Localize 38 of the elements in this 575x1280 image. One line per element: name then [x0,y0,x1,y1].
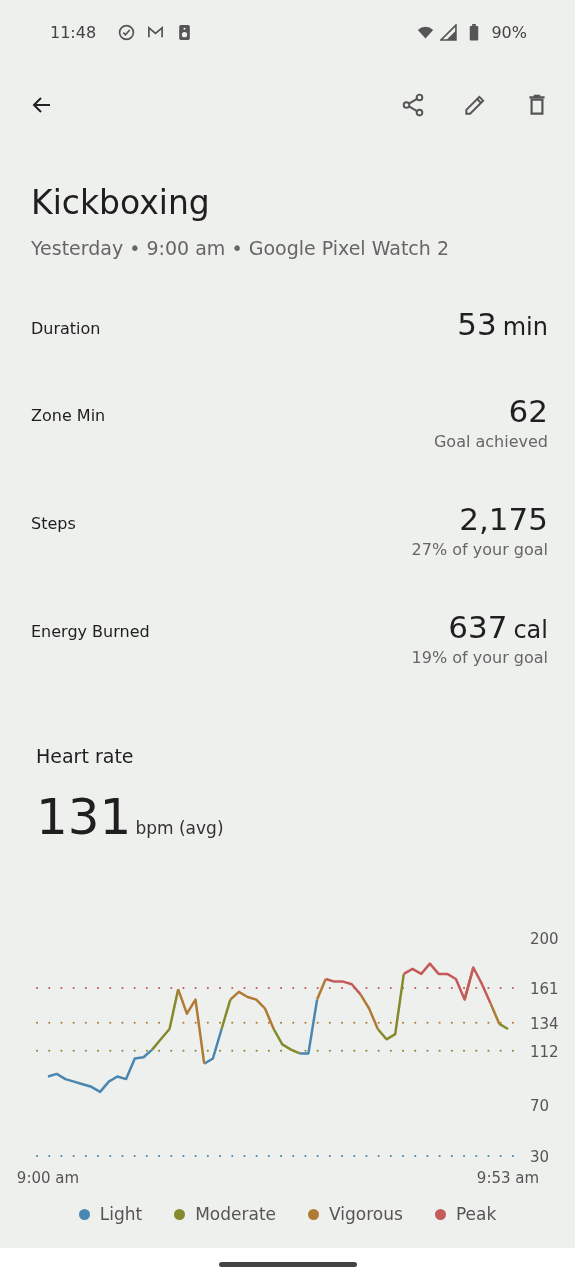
battery-percent: 90% [491,23,527,42]
section-title: Heart rate [36,745,135,767]
stat-label: Zone Min [31,406,106,425]
stat-label: Energy Burned [31,622,150,641]
legend-label: Light [99,1204,143,1224]
legend-label: Moderate [195,1204,277,1224]
battery-icon [469,24,480,41]
check-circle-icon [118,24,136,41]
legend-label: Vigorous [329,1204,403,1224]
workout-title: Kickboxing [31,183,211,223]
clock: 11:48 [50,23,97,42]
signal-icon [440,24,458,41]
stat-value: 637 [448,608,508,646]
heart-rate-value: 131 [36,787,132,847]
x-tick-label: 9:53 am [476,1169,540,1187]
stat-value: 62 [508,392,548,430]
y-tick-label: 200 [530,930,559,948]
wifi-icon [417,24,435,41]
gesture-handle[interactable] [218,1261,357,1267]
stat-label: Steps [31,514,76,533]
stat-note: 27% of your goal [411,540,548,559]
share-icon [400,92,426,118]
stat-note: Goal achieved [433,432,548,451]
x-tick-label: 9:00 am [16,1169,80,1187]
workout-subtitle: Yesterday • 9:00 am • Google Pixel Watch 2 [31,237,450,259]
y-tick-label: 134 [530,1014,559,1033]
stat-unit: min [502,313,548,341]
stat-unit: cal [513,616,548,644]
stat-label: Duration [31,319,101,338]
legend-label: Peak [455,1204,497,1224]
y-tick-label: 30 [530,1148,550,1166]
y-tick-label: 70 [530,1096,550,1115]
heart-rate-unit: bpm (avg) [135,818,224,838]
y-tick-label: 112 [530,1042,559,1061]
stat-note: 19% of your goal [411,648,548,667]
stat-value: 53 [457,305,497,343]
y-tick-label: 161 [530,980,559,998]
stat-value: 2,175 [459,500,548,538]
